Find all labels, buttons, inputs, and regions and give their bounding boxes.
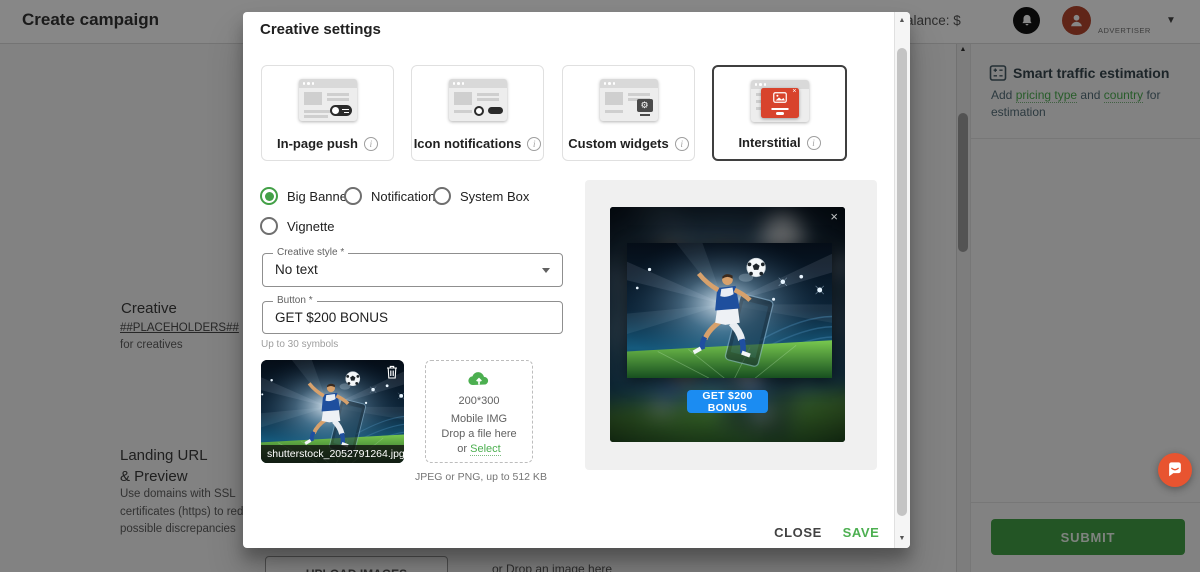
button-text-field[interactable]: Button * GET $200 BONUS [262, 301, 563, 334]
creative-style-select[interactable]: Creative style * No text [262, 253, 563, 287]
dialog-title: Creative settings [260, 21, 381, 38]
image-icon [773, 92, 787, 103]
radio-label: Big Banner [287, 189, 351, 204]
format-card-in-page-push[interactable]: In-page push i [261, 65, 394, 161]
radio-icon [260, 217, 278, 235]
uploaded-image-thumbnail[interactable]: shutterstock_2052791264.jpg [261, 360, 404, 463]
format-card-custom-widgets[interactable]: ⚙ Custom widgets i [562, 65, 695, 161]
info-icon[interactable]: i [807, 136, 821, 150]
interstitial-preview: × GET $200 BONUS [610, 207, 845, 442]
custom-widgets-icon: ⚙ [600, 79, 658, 121]
info-icon[interactable]: i [364, 137, 378, 151]
format-card-label: Interstitial [738, 135, 800, 150]
chat-launcher-button[interactable] [1158, 453, 1192, 487]
format-card-icon-notifications[interactable]: Icon notifications i [411, 65, 544, 161]
creative-settings-dialog: Creative settings In-page push i Ic [243, 12, 910, 548]
button-field-hint: Up to 30 symbols [261, 339, 338, 350]
upload-cloud-icon [426, 370, 532, 392]
format-card-label: Custom widgets [568, 136, 668, 151]
dropzone-type: Mobile IMG [426, 413, 532, 425]
radio-system-box[interactable]: System Box [433, 186, 529, 206]
in-page-push-icon [299, 79, 357, 121]
dropzone-drop-text: Drop a file here [426, 428, 532, 440]
radio-notification[interactable]: Notification [344, 186, 435, 206]
dialog-scrollbar-thumb[interactable] [897, 48, 907, 516]
radio-label: Vignette [287, 219, 334, 234]
icon-notifications-icon [449, 79, 507, 121]
creative-preview-panel: × GET $200 BONUS [585, 180, 877, 470]
info-icon[interactable]: i [675, 137, 689, 151]
radio-icon [433, 187, 451, 205]
scroll-down-icon[interactable]: ▼ [894, 535, 910, 542]
or-text: or [457, 443, 470, 455]
mobile-img-dropzone[interactable]: 200*300 Mobile IMG Drop a file here or S… [425, 360, 533, 463]
save-button[interactable]: SAVE [833, 519, 889, 545]
gear-icon: ⚙ [637, 99, 653, 112]
radio-label: Notification [371, 189, 435, 204]
radio-icon [260, 187, 278, 205]
format-card-label: Icon notifications [414, 136, 522, 151]
info-icon[interactable]: i [527, 137, 541, 151]
dropzone-select-row: or Select [426, 443, 532, 455]
radio-vignette[interactable]: Vignette [260, 216, 334, 236]
select-file-link[interactable]: Select [470, 443, 501, 456]
close-button[interactable]: CLOSE [768, 519, 828, 545]
radio-big-banner[interactable]: Big Banner [260, 186, 351, 206]
button-field-value: GET $200 BONUS [275, 302, 536, 334]
file-format-hint: JPEG or PNG, up to 512 KB [411, 471, 551, 483]
preview-cta-button[interactable]: GET $200 BONUS [687, 390, 768, 413]
format-card-interstitial[interactable]: × Interstitial i [712, 65, 847, 161]
image-filename: shutterstock_2052791264.jpg [261, 445, 404, 463]
scroll-up-icon[interactable]: ▲ [894, 17, 910, 24]
preview-image [627, 243, 832, 378]
radio-icon [344, 187, 362, 205]
dropdown-arrow-icon [542, 268, 550, 273]
close-icon: × [792, 88, 796, 95]
dropzone-size: 200*300 [426, 395, 532, 407]
chat-bubble-icon [1166, 461, 1184, 479]
format-card-label: In-page push [277, 136, 358, 151]
interstitial-icon: × [751, 80, 809, 122]
trash-icon [386, 365, 398, 379]
preview-close-icon[interactable]: × [830, 209, 838, 224]
radio-label: System Box [460, 189, 529, 204]
creative-style-value: No text [275, 254, 536, 286]
delete-image-button[interactable] [386, 365, 398, 384]
